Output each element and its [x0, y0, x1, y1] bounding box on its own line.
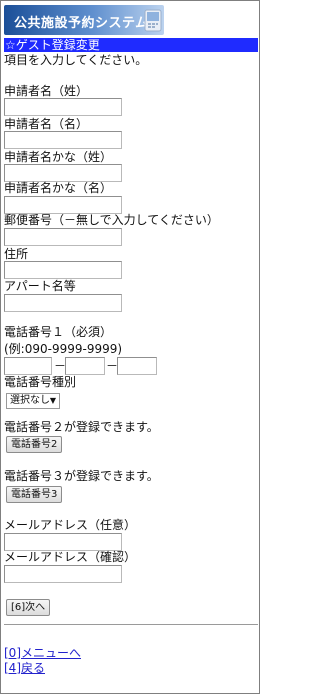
- postal-code-label: 郵便番号（－無しで入力してください）: [4, 213, 219, 227]
- email-optional-label: メールアドレス（任意）: [4, 518, 137, 532]
- page-frame: 公共施設予約システム ☆ゲスト登録変更 項目を入力してください。 申請者名（姓）…: [0, 0, 260, 694]
- postal-code-input[interactable]: [4, 228, 122, 246]
- applicant-first-input[interactable]: [4, 131, 122, 149]
- phone-type-value: 選択なし: [10, 395, 50, 406]
- phone1-example: (例:090-9999-9999): [4, 342, 123, 356]
- app-header: 公共施設予約システム: [4, 5, 164, 35]
- phone2-button[interactable]: 電話番号2: [6, 436, 63, 453]
- address-label: 住所: [4, 247, 29, 261]
- phone3-note: 電話番号３が登録できます。: [4, 469, 159, 483]
- app-title: 公共施設予約システム: [14, 16, 149, 31]
- back-link[interactable]: [4]戻る: [4, 661, 45, 675]
- applicant-kana-first-label: 申請者名かな（名）: [4, 181, 113, 195]
- applicant-kana-last-input[interactable]: [4, 164, 122, 182]
- applicant-first-label: 申請者名（名）: [4, 117, 89, 131]
- phone2-note: 電話番号２が登録できます。: [4, 420, 159, 434]
- menu-link[interactable]: [0]メニューへ: [4, 646, 81, 660]
- phone1-part1-input[interactable]: [4, 357, 52, 375]
- phone1-part2-input[interactable]: [65, 357, 105, 375]
- apartment-label: アパート名等: [4, 279, 76, 293]
- phone-type-label: 電話番号種別: [4, 375, 77, 389]
- next-button[interactable]: [6]次へ: [6, 599, 51, 616]
- applicant-last-label: 申請者名（姓）: [4, 84, 89, 98]
- phone1-part3-input[interactable]: [117, 357, 157, 375]
- email-optional-input[interactable]: [4, 533, 122, 551]
- email-confirm-input[interactable]: [4, 565, 122, 583]
- phone-type-select[interactable]: 選択なし ▼: [6, 393, 60, 409]
- apartment-input[interactable]: [4, 294, 122, 312]
- page-title: ☆ゲスト登録変更: [5, 38, 100, 52]
- phone-logo-icon: [144, 9, 162, 32]
- phone3-button[interactable]: 電話番号3: [6, 486, 63, 503]
- applicant-kana-first-input[interactable]: [4, 196, 122, 214]
- caret-down-icon: ▼: [49, 396, 56, 405]
- address-input[interactable]: [4, 261, 122, 279]
- applicant-last-input[interactable]: [4, 98, 122, 116]
- email-confirm-label: メールアドレス（確認）: [4, 550, 137, 564]
- divider: [4, 624, 258, 625]
- phone1-label: 電話番号１（必須）: [4, 325, 113, 339]
- applicant-kana-last-label: 申請者名かな（姓）: [4, 150, 113, 164]
- instruction-text: 項目を入力してください。: [4, 53, 148, 67]
- page-title-bar: ☆ゲスト登録変更: [4, 38, 258, 52]
